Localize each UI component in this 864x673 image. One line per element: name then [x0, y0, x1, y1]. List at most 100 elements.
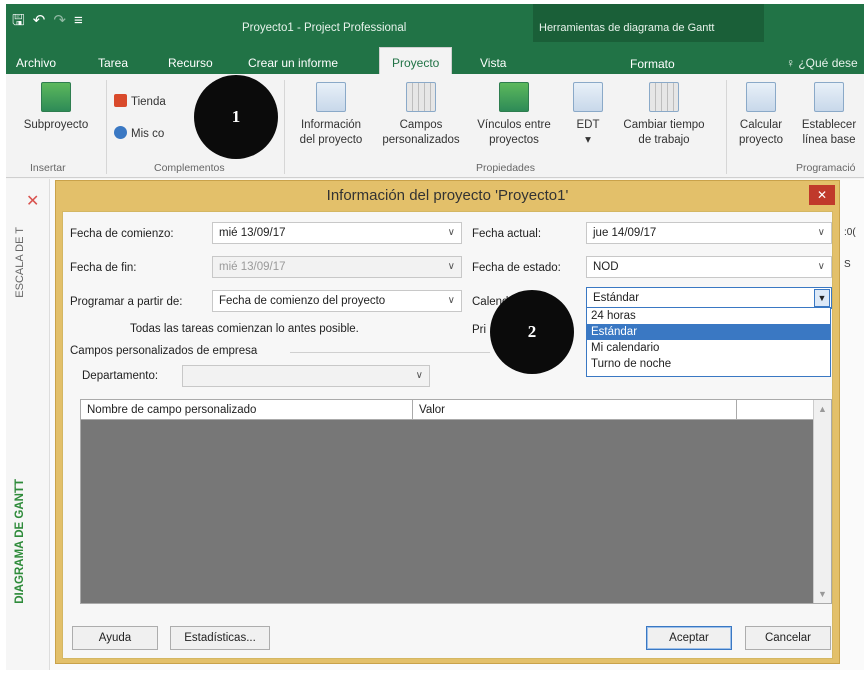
establecer-line2: línea base	[802, 134, 856, 146]
dialog-close-button[interactable]: ✕	[809, 185, 835, 205]
cambiar-tiempo-trabajo-button[interactable]: Cambiar tiempo de trabajo	[614, 82, 714, 148]
col-nombre-header: Nombre de campo personalizado	[81, 400, 413, 420]
tell-me-text: ¿Qué dese	[798, 56, 858, 70]
callout-marker-1: 1	[194, 75, 278, 159]
baseline-icon	[814, 82, 844, 112]
tell-me-search[interactable]: ♀ ¿Qué dese	[786, 56, 858, 70]
links-icon	[499, 82, 529, 112]
calendar-option-selected[interactable]: Estándar	[587, 324, 830, 340]
programar-select[interactable]: Fecha de comienzo del proyecto ∨	[212, 290, 462, 312]
calendar-dropdown-list: 24 horas Estándar Mi calendario Turno de…	[586, 307, 831, 377]
fecha-comienzo-value: mié 13/09/17	[219, 227, 286, 239]
edt-button[interactable]: EDT ▾	[568, 82, 608, 148]
tab-recurso[interactable]: Recurso	[168, 56, 213, 70]
calendario-select[interactable]: Estándar ▼	[586, 287, 832, 309]
cancelar-button[interactable]: Cancelar	[745, 626, 831, 650]
table-scrollbar[interactable]: ▲ ▼	[813, 400, 831, 603]
fecha-estado-field[interactable]: NOD ∨	[586, 256, 832, 278]
calcular-proyecto-button[interactable]: Calcular proyecto	[730, 82, 792, 148]
undo-icon[interactable]: ↶	[33, 11, 54, 29]
fecha-fin-value: mié 13/09/17	[219, 261, 286, 273]
timescale-label: ESCALA DE T	[14, 227, 26, 298]
calendar-option[interactable]: Turno de noche	[587, 356, 830, 372]
chevron-down-icon: ▾	[585, 134, 591, 146]
tab-tarea[interactable]: Tarea	[98, 56, 128, 70]
schedule-note: Todas las tareas comienzan lo antes posi…	[130, 323, 359, 335]
store-icon	[114, 94, 127, 107]
programar-value: Fecha de comienzo del proyecto	[219, 295, 386, 307]
fecha-actual-field[interactable]: jue 14/09/17 ∨	[586, 222, 832, 244]
col-valor-header: Valor	[413, 400, 737, 420]
tab-proyecto[interactable]: Proyecto	[379, 47, 453, 74]
tab-formato[interactable]: Formato	[630, 57, 675, 71]
tienda-button[interactable]: Tienda	[114, 94, 166, 108]
fecha-estado-value: NOD	[593, 261, 619, 273]
chevron-down-icon[interactable]: ▼	[814, 289, 830, 307]
tab-vista[interactable]: Vista	[480, 56, 506, 70]
scroll-up-icon[interactable]: ▲	[818, 404, 827, 414]
calcular-line1: Calcular	[739, 119, 783, 131]
estadisticas-button[interactable]: Estadísticas...	[170, 626, 270, 650]
lightbulb-icon: ♀	[786, 56, 799, 70]
fecha-estado-label: Fecha de estado:	[472, 262, 561, 274]
info-proyecto-line1: Información	[300, 119, 362, 131]
vinculos-line2: proyectos	[489, 134, 539, 146]
ayuda-button[interactable]: Ayuda	[72, 626, 158, 650]
chevron-down-icon: ∨	[817, 227, 825, 238]
tienda-label: Tienda	[131, 96, 166, 108]
campos-empresa-section: Campos personalizados de empresa	[70, 345, 258, 357]
campos-personalizados-button[interactable]: Campos personalizados	[376, 82, 466, 148]
close-icon[interactable]: ✕	[26, 191, 39, 211]
custom-fields-table: Nombre de campo personalizado Valor ▲ ▼	[80, 399, 832, 604]
window-title: Proyecto1 - Project Professional	[242, 22, 407, 34]
calculate-icon	[746, 82, 776, 112]
wbs-icon	[573, 82, 603, 112]
project-info-icon	[316, 82, 346, 112]
chevron-down-icon: ∨	[447, 261, 455, 272]
chevron-down-icon: ∨	[447, 295, 455, 306]
fecha-fin-label: Fecha de fin:	[70, 262, 137, 274]
right-peek-2: S	[844, 259, 851, 270]
subproyecto-button[interactable]: Subproyecto	[10, 82, 102, 133]
fecha-comienzo-label: Fecha de comienzo:	[70, 228, 174, 240]
addins-icon	[114, 126, 127, 139]
cambiar-line1: Cambiar tiempo	[623, 119, 705, 131]
quick-access-toolbar: 🖫↶↷≡	[12, 10, 91, 35]
subproject-icon	[41, 82, 71, 112]
callout-marker-2: 2	[490, 290, 574, 374]
departamento-label: Departamento:	[82, 370, 159, 382]
calendario-value: Estándar	[593, 292, 640, 304]
cambiar-line2: de trabajo	[638, 134, 690, 146]
customize-qat-icon[interactable]: ≡	[74, 12, 91, 29]
tab-crear-informe[interactable]: Crear un informe	[248, 56, 338, 70]
group-propiedades: Propiedades	[476, 162, 535, 174]
redo-icon[interactable]: ↷	[53, 11, 74, 29]
calendar-option[interactable]: Mi calendario	[587, 340, 830, 356]
calendar-option[interactable]: 24 horas	[587, 308, 830, 324]
fecha-actual-value: jue 14/09/17	[593, 227, 657, 239]
establecer-linea-base-button[interactable]: Establecer línea base	[794, 82, 864, 148]
dialog-title: Información del proyecto 'Proyecto1'	[326, 187, 569, 204]
mis-complementos-label: Mis co	[131, 128, 165, 140]
calcular-line2: proyecto	[738, 134, 784, 146]
mis-complementos-button[interactable]: Mis co	[114, 126, 164, 140]
subproyecto-label: Subproyecto	[23, 119, 89, 131]
programar-label: Programar a partir de:	[70, 296, 183, 308]
aceptar-button[interactable]: Aceptar	[646, 626, 732, 650]
custom-fields-icon	[406, 82, 436, 112]
fecha-fin-field: mié 13/09/17 ∨	[212, 256, 462, 278]
vinculos-proyectos-button[interactable]: Vínculos entre proyectos	[472, 82, 556, 148]
save-icon[interactable]: 🖫	[12, 10, 33, 35]
informacion-proyecto-button[interactable]: Información del proyecto	[290, 82, 372, 148]
group-programacion: Programació	[796, 162, 856, 174]
vinculos-line1: Vínculos entre	[477, 119, 551, 131]
section-divider	[290, 352, 490, 353]
chevron-down-icon: ∨	[447, 227, 455, 238]
right-peek-1: :0(	[844, 227, 856, 238]
scroll-down-icon[interactable]: ▼	[818, 589, 827, 599]
establecer-line1: Establecer	[801, 119, 857, 131]
tab-archivo[interactable]: Archivo	[16, 56, 56, 70]
info-proyecto-line2: del proyecto	[299, 134, 363, 146]
prioridad-label: Pri	[472, 324, 487, 336]
fecha-comienzo-field[interactable]: mié 13/09/17 ∨	[212, 222, 462, 244]
